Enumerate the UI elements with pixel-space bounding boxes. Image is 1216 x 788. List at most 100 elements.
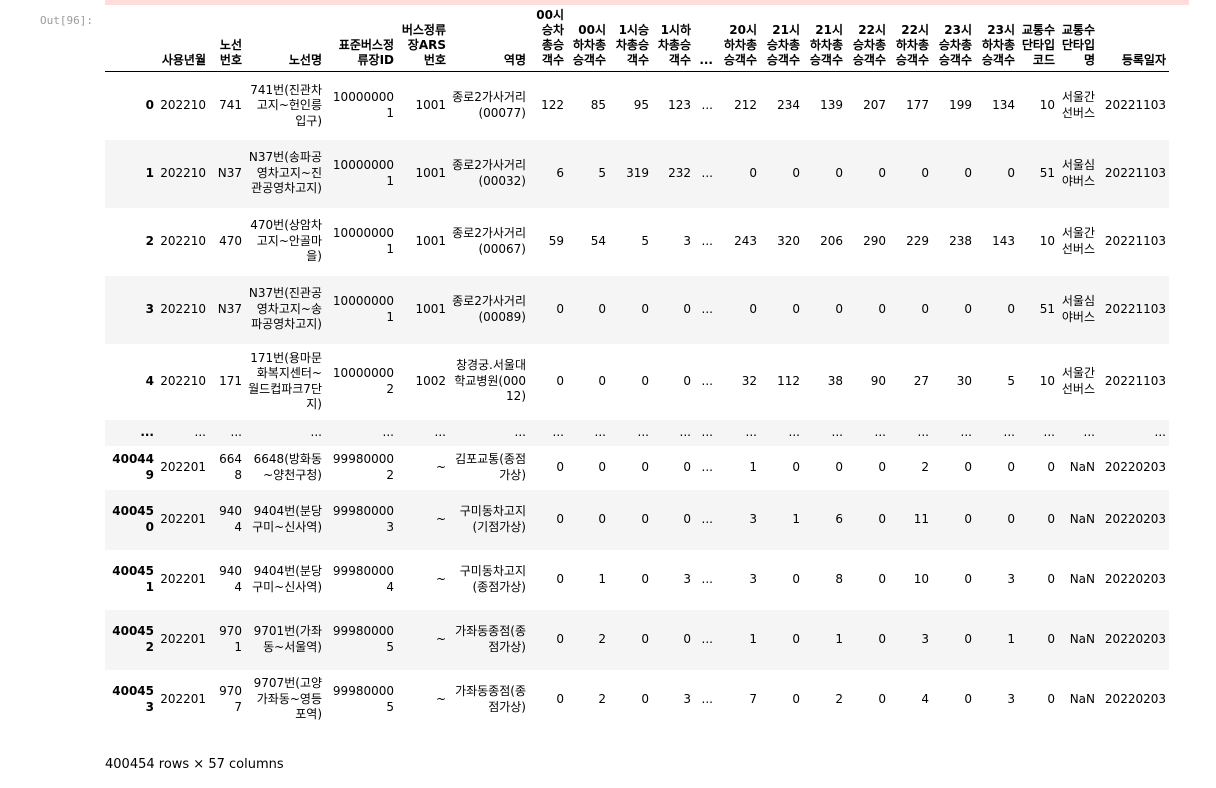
table-cell: ...	[1003, 424, 1015, 439]
table-cell: 5	[1007, 373, 1015, 388]
table-cell: 6648	[219, 452, 242, 482]
table-cell: 0	[641, 459, 649, 474]
table-cell: NaN	[1069, 459, 1095, 474]
table-cell: 95	[633, 98, 649, 112]
table-cell: 0	[1047, 459, 1055, 474]
table-cell: ...	[788, 424, 800, 439]
table-cell: NaN	[1069, 571, 1095, 586]
column-header: 표준버스정류장ID	[325, 6, 397, 72]
table-cell: 0	[683, 631, 691, 646]
table-cell: 0	[1047, 511, 1055, 526]
table-cell: 143	[992, 233, 1015, 248]
table-cell: 32	[741, 373, 757, 388]
table-cell: 2	[921, 459, 929, 474]
table-cell: 0	[878, 571, 886, 586]
row-index: 400451	[112, 564, 154, 594]
header-row: 사용년월 노선번호 노선명 표준버스정류장ID 버스정류장ARS번호 역명 00시승차총승객…	[105, 6, 1169, 72]
table-cell: 0	[1047, 571, 1055, 586]
table-cell: N37	[217, 165, 242, 180]
table-cell: 199	[949, 98, 972, 112]
table-cell: 20220203	[1104, 511, 1166, 526]
table-cell: ~	[435, 511, 446, 526]
table-cell: 서울심야버스	[1061, 294, 1095, 324]
table-cell: ...	[701, 571, 713, 586]
table-cell: 229	[906, 233, 929, 248]
table-cell: 90	[870, 373, 886, 388]
table-cell: NaN	[1069, 511, 1095, 526]
table-cell: 9701번(가좌동~서울역)	[253, 624, 322, 654]
table-cell: 122	[541, 98, 564, 112]
table-cell: 0	[556, 511, 564, 526]
table-cell: 100000002	[332, 366, 394, 396]
column-header: ...	[694, 6, 716, 72]
table-cell: 202210	[160, 233, 206, 248]
table-cell: 0	[835, 459, 843, 474]
table-cell: 20221103	[1104, 301, 1166, 316]
table-cell: 10	[913, 571, 929, 586]
table-cell: ...	[1154, 424, 1166, 439]
table-cell: 서울간선버스	[1061, 226, 1095, 256]
table-cell: 가좌동종점(종점가상)	[455, 684, 526, 714]
table-cell: 51	[1039, 301, 1055, 316]
table-cell: 1	[835, 631, 843, 646]
table-cell: 54	[590, 233, 606, 248]
column-header: 교통수단타입코드	[1018, 6, 1058, 72]
table-cell: ...	[514, 424, 526, 439]
output-prompt: Out[96]:	[40, 14, 93, 27]
table-cell: 0	[835, 165, 843, 180]
table-cell: 30	[956, 373, 972, 388]
column-header: 00시승차총승객수	[529, 6, 567, 72]
table-cell: 0	[878, 301, 886, 316]
table-cell: ...	[917, 424, 929, 439]
table-cell: 100000001	[332, 90, 394, 120]
row-index: 1	[145, 165, 154, 180]
table-cell: ...	[960, 424, 972, 439]
table-cell: 서울심야버스	[1061, 158, 1095, 188]
row-index: 3	[145, 301, 154, 316]
table-cell: 0	[556, 459, 564, 474]
table-cell: 6	[556, 165, 564, 180]
table-cell: 20221103	[1104, 165, 1166, 180]
table-cell: 0	[964, 459, 972, 474]
index-header	[105, 6, 157, 72]
table-cell: 3	[749, 511, 757, 526]
table-cell: 741번(진관차고지~헌인릉입구)	[250, 82, 322, 128]
table-cell: 1	[792, 511, 800, 526]
table-cell: 470번(상암차고지~안골마을)	[250, 218, 322, 264]
table-cell: NaN	[1069, 631, 1095, 646]
table-cell: 0	[641, 301, 649, 316]
column-header: 00시하차총승객수	[567, 6, 609, 72]
table-cell: 20221103	[1104, 98, 1166, 112]
table-row: 4 202210 171 171번(용마문화복지센터~월드컵파크7단지) 1000000…	[105, 344, 1169, 420]
stderr-warning-strip	[105, 0, 1189, 5]
table-cell: 서울간선버스	[1061, 90, 1095, 120]
column-header: 1시승차총승객수	[609, 6, 652, 72]
table-cell: 5	[598, 165, 606, 180]
table-cell: 234	[777, 98, 800, 112]
table-cell: N37번(진관공영차고지~송파공영차고지)	[248, 286, 322, 332]
table-cell: 123	[668, 98, 691, 112]
table-cell: 0	[1047, 691, 1055, 706]
table-cell: 창경궁.서울대학교병원(00012)	[454, 358, 526, 404]
table-cell: 0	[556, 373, 564, 388]
table-cell: 232	[668, 165, 691, 180]
table-row: 400452 202201 9701 9701번(가좌동~서울역) 999800005 ~…	[105, 609, 1169, 670]
table-cell: 100000001	[332, 294, 394, 324]
table-cell: 3	[683, 571, 691, 586]
column-header: 버스정류장ARS번호	[397, 6, 449, 72]
table-cell: 9707번(고양가좌동~영등포역)	[253, 676, 322, 722]
table-cell: 9404	[219, 504, 242, 534]
table-cell: 1001	[415, 233, 446, 248]
table-cell: ...	[701, 511, 713, 526]
table-cell: 243	[734, 233, 757, 248]
table-cell: ...	[701, 233, 713, 248]
row-index: 0	[145, 98, 154, 112]
table-cell: 9701	[219, 624, 242, 654]
ellipsis-row: ........................................…	[105, 419, 1169, 446]
table-cell: 0	[683, 459, 691, 474]
table-cell: 20221103	[1104, 373, 1166, 388]
table-cell: N37	[217, 301, 242, 316]
column-header: 사용년월	[157, 6, 209, 72]
table-cell: ~	[435, 459, 446, 474]
table-cell: 6	[835, 511, 843, 526]
